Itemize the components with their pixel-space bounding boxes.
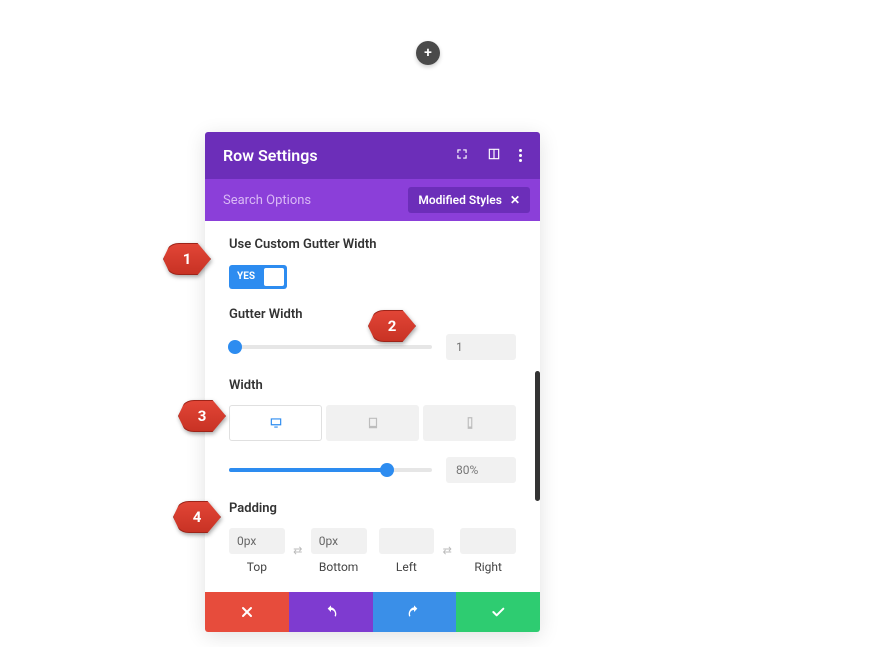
filter-chip-label: Modified Styles bbox=[418, 193, 502, 207]
padding-right-label: Right bbox=[474, 560, 502, 574]
panel-header-actions bbox=[455, 146, 522, 165]
slider-fill bbox=[229, 468, 387, 472]
field-padding: Padding 0px Top ⇄ 0px Bottom Left ⇄ bbox=[229, 501, 516, 574]
annotation-2: 2 bbox=[368, 310, 416, 342]
padding-left-input[interactable] bbox=[379, 528, 435, 554]
padding-top-input[interactable]: 0px bbox=[229, 528, 285, 554]
redo-button[interactable] bbox=[373, 592, 457, 632]
slider-thumb[interactable] bbox=[228, 340, 242, 354]
padding-bottom-label: Bottom bbox=[319, 560, 358, 574]
annotation-4: 4 bbox=[173, 501, 221, 533]
device-tabs bbox=[229, 405, 516, 441]
save-button[interactable] bbox=[456, 592, 540, 632]
panel-body: Use Custom Gutter Width YES Gutter Width… bbox=[205, 221, 540, 592]
panel-footer bbox=[205, 592, 540, 632]
redo-icon bbox=[406, 604, 422, 620]
row-settings-panel: Row Settings Search Options Modified Sty… bbox=[205, 132, 540, 632]
search-bar: Search Options Modified Styles ✕ bbox=[205, 179, 540, 221]
padding-right-input[interactable] bbox=[460, 528, 516, 554]
gutter-width-value[interactable]: 1 bbox=[446, 334, 516, 360]
field-width: Width 80% bbox=[229, 378, 516, 483]
check-icon bbox=[490, 604, 506, 620]
annotation-1: 1 bbox=[163, 243, 211, 275]
search-input[interactable]: Search Options bbox=[223, 193, 408, 208]
scrollbar[interactable] bbox=[535, 371, 540, 501]
close-icon bbox=[239, 604, 255, 620]
field-use-custom-gutter: Use Custom Gutter Width YES bbox=[229, 237, 516, 289]
panel-title: Row Settings bbox=[223, 146, 455, 165]
link-icon[interactable]: ⇄ bbox=[289, 538, 307, 564]
tab-tablet[interactable] bbox=[326, 405, 419, 441]
tab-desktop[interactable] bbox=[229, 405, 322, 441]
annotation-3: 3 bbox=[178, 400, 226, 432]
expand-icon[interactable] bbox=[455, 146, 469, 165]
tablet-icon bbox=[365, 416, 381, 430]
close-icon[interactable]: ✕ bbox=[510, 193, 520, 207]
cancel-button[interactable] bbox=[205, 592, 289, 632]
link-icon[interactable]: ⇄ bbox=[438, 538, 456, 564]
desktop-icon bbox=[268, 416, 284, 430]
slider-thumb[interactable] bbox=[380, 463, 394, 477]
width-value[interactable]: 80% bbox=[446, 457, 516, 483]
add-section-button[interactable]: + bbox=[416, 41, 440, 65]
undo-button[interactable] bbox=[289, 592, 373, 632]
field-label: Width bbox=[229, 378, 516, 393]
kebab-menu-icon[interactable] bbox=[519, 149, 522, 162]
slider-gutter-width[interactable] bbox=[229, 345, 432, 349]
padding-bottom-input[interactable]: 0px bbox=[311, 528, 367, 554]
plus-icon: + bbox=[424, 45, 432, 61]
field-label: Use Custom Gutter Width bbox=[229, 237, 516, 252]
tab-phone[interactable] bbox=[423, 405, 516, 441]
toggle-knob bbox=[264, 268, 284, 286]
phone-icon bbox=[462, 416, 478, 430]
slider-width[interactable] bbox=[229, 468, 432, 472]
padding-top-label: Top bbox=[247, 560, 267, 574]
undo-icon bbox=[323, 604, 339, 620]
filter-chip-modified-styles[interactable]: Modified Styles ✕ bbox=[408, 187, 530, 213]
padding-left-label: Left bbox=[396, 560, 417, 574]
toggle-text: YES bbox=[232, 271, 260, 282]
snap-icon[interactable] bbox=[487, 146, 501, 165]
panel-header: Row Settings bbox=[205, 132, 540, 179]
toggle-use-custom-gutter[interactable]: YES bbox=[229, 265, 287, 289]
field-label: Padding bbox=[229, 501, 516, 516]
